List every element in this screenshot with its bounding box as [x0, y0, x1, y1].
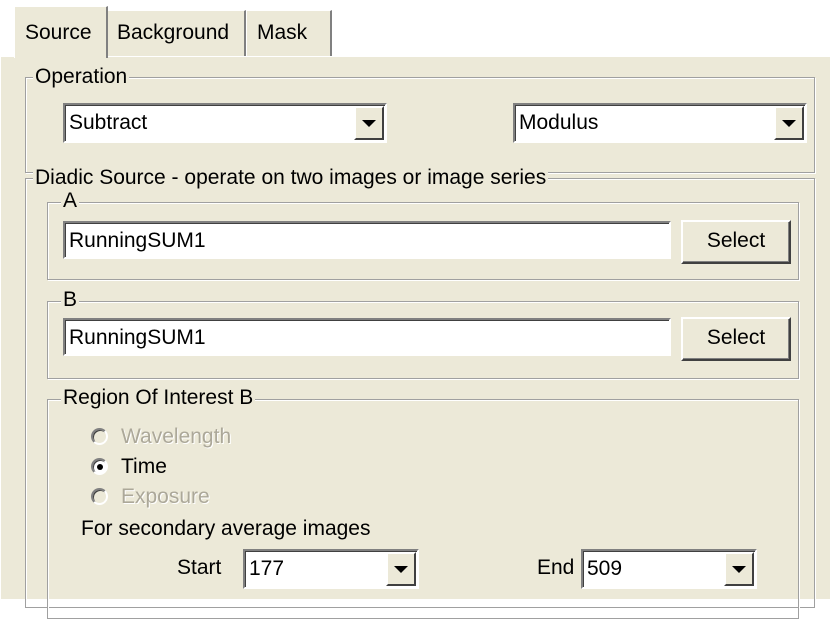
- tab-source[interactable]: Source: [14, 6, 108, 58]
- start-label: Start: [177, 556, 222, 579]
- source-b-select-label: Select: [706, 326, 766, 349]
- mode-select-value: Modulus: [519, 111, 599, 134]
- tab-panel-source: Operation Subtract Modulus Diadic Source…: [0, 56, 830, 619]
- radio-time-button[interactable]: [91, 458, 108, 475]
- chevron-down-icon[interactable]: [354, 106, 384, 140]
- chevron-down-icon[interactable]: [386, 552, 416, 586]
- radio-wavelength-label: Wavelength: [121, 425, 232, 448]
- source-a-value: RunningSUM1: [69, 229, 206, 252]
- tab-mask[interactable]: Mask: [246, 10, 332, 56]
- end-select[interactable]: 509: [581, 549, 757, 589]
- tab-source-label: Source: [25, 21, 92, 44]
- radio-time-label: Time: [121, 455, 167, 478]
- tab-mask-label: Mask: [257, 21, 308, 44]
- source-a-select-button[interactable]: Select: [681, 220, 791, 264]
- source-b-value: RunningSUM1: [69, 326, 206, 349]
- secondary-average-label: For secondary average images: [81, 517, 371, 540]
- tab-background[interactable]: Background: [106, 10, 246, 56]
- tab-background-label: Background: [117, 21, 230, 44]
- start-select[interactable]: 177: [243, 549, 419, 589]
- diadic-source-legend: Diadic Source - operate on two images or…: [33, 166, 549, 189]
- start-value: 177: [249, 557, 285, 580]
- chevron-down-icon[interactable]: [724, 552, 754, 586]
- radio-exposure-button: [91, 488, 108, 505]
- source-b-select-button[interactable]: Select: [681, 317, 791, 361]
- end-value: 509: [587, 557, 623, 580]
- source-a-select-label: Select: [706, 229, 766, 252]
- operation-select[interactable]: Subtract: [63, 103, 387, 143]
- source-b-input[interactable]: RunningSUM1: [63, 318, 671, 356]
- roi-legend: Region Of Interest B: [61, 386, 256, 409]
- radio-wavelength-button: [91, 428, 108, 445]
- source-b-legend: B: [61, 288, 80, 311]
- operation-select-value: Subtract: [69, 111, 148, 134]
- radio-exposure-label: Exposure: [121, 485, 210, 508]
- end-label: End: [537, 556, 575, 579]
- chevron-down-icon[interactable]: [774, 106, 804, 140]
- source-a-legend: A: [61, 189, 80, 212]
- source-a-input[interactable]: RunningSUM1: [63, 221, 671, 259]
- operation-legend: Operation: [33, 65, 130, 88]
- mode-select[interactable]: Modulus: [513, 103, 807, 143]
